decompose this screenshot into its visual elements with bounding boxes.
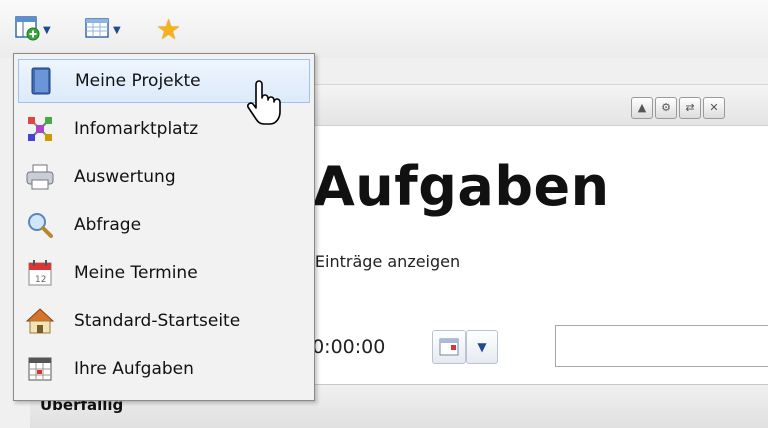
refresh-icon[interactable]: ⇄ (679, 97, 701, 119)
menu-item-ihre-aufgaben[interactable]: Ihre Aufgaben (18, 347, 310, 391)
printer-icon (24, 161, 56, 193)
table-view-button[interactable]: ▼ (84, 14, 142, 46)
menu-item-label: Standard-Startseite (74, 311, 241, 331)
svg-text:12: 12 (35, 275, 46, 285)
tasks-icon (24, 353, 56, 385)
network-icon (24, 113, 56, 145)
layout-add-icon (14, 15, 40, 45)
menu-item-label: Meine Termine (74, 263, 198, 283)
calendar-icon: 12 (24, 257, 56, 289)
layout-add-button[interactable]: ▼ (14, 14, 74, 46)
table-icon (84, 16, 110, 44)
calendar-icon (439, 338, 459, 356)
star-icon: ★ (156, 13, 182, 46)
hand-cursor-icon (247, 80, 281, 125)
chevron-down-icon[interactable]: ▼ (43, 25, 51, 36)
search-input[interactable] (555, 325, 768, 367)
calendar-button[interactable] (432, 330, 466, 364)
magnifier-icon (24, 209, 56, 241)
home-icon (24, 305, 56, 337)
menu-item-label: Abfrage (74, 215, 142, 235)
book-icon (25, 65, 57, 97)
page-title: Aufgaben (313, 155, 610, 218)
collapse-icon[interactable]: ▲ (631, 97, 653, 119)
toolbar: ▼ ▼ ★ (0, 0, 768, 58)
chevron-down-icon[interactable]: ▼ (113, 25, 121, 36)
menu-item-auswertung[interactable]: Auswertung (18, 155, 310, 199)
entries-label: e Einträge anzeigen (300, 252, 461, 271)
menu-item-label: Ihre Aufgaben (74, 359, 194, 379)
close-icon[interactable]: ✕ (703, 97, 725, 119)
date-dropdown-button[interactable]: ▼ (466, 330, 498, 364)
menu-item-standard-startseite[interactable]: Standard-Startseite (18, 299, 310, 343)
menu-item-label: Infomarktplatz (74, 119, 199, 139)
menu-item-label: Meine Projekte (75, 71, 201, 91)
menu-item-meine-termine[interactable]: 12 Meine Termine (18, 251, 310, 295)
menu-item-abfrage[interactable]: Abfrage (18, 203, 310, 247)
menu-item-label: Auswertung (74, 167, 176, 187)
favorites-button[interactable]: ★ (156, 14, 188, 46)
gear-icon[interactable]: ⚙ (655, 97, 677, 119)
